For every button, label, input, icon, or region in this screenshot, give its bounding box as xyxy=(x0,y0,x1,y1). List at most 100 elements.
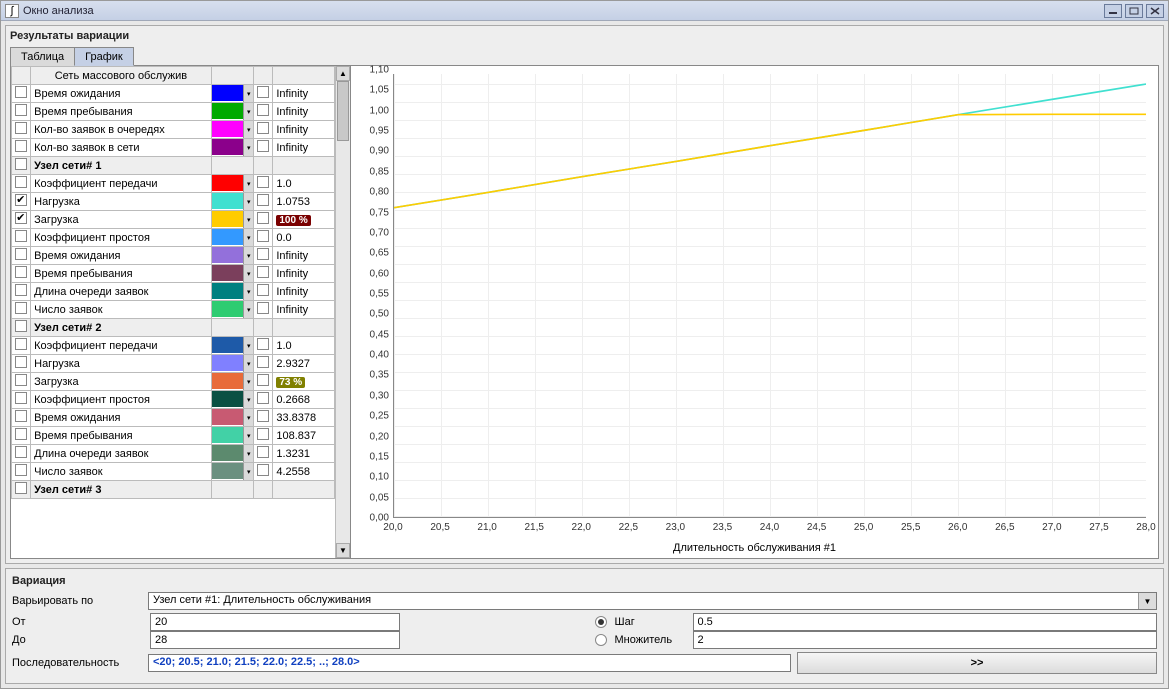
table-row[interactable]: Время пребывания▾Infinity xyxy=(12,265,335,283)
tab-table[interactable]: Таблица xyxy=(10,47,75,66)
color-dropdown-icon[interactable]: ▾ xyxy=(243,139,253,156)
maximize-button[interactable] xyxy=(1125,4,1143,18)
section-checkbox[interactable] xyxy=(15,320,27,332)
row-secondary-checkbox[interactable] xyxy=(257,446,269,458)
table-row[interactable]: Число заявок▾4.2558 xyxy=(12,463,335,481)
header-check2-col[interactable] xyxy=(254,67,273,85)
header-check-col[interactable] xyxy=(12,67,31,85)
row-secondary-checkbox[interactable] xyxy=(257,194,269,206)
vary-by-combo[interactable]: Узел сети #1: Длительность обслуживания … xyxy=(148,592,1157,610)
color-swatch[interactable] xyxy=(212,247,244,263)
color-dropdown-icon[interactable]: ▾ xyxy=(243,103,253,120)
table-row[interactable]: Коэффициент передачи▾1.0 xyxy=(12,337,335,355)
row-plot-checkbox[interactable] xyxy=(15,122,27,134)
mult-radio[interactable] xyxy=(595,634,607,646)
row-plot-checkbox[interactable] xyxy=(15,212,27,224)
row-secondary-checkbox[interactable] xyxy=(257,410,269,422)
color-dropdown-icon[interactable]: ▾ xyxy=(243,427,253,444)
color-swatch[interactable] xyxy=(212,391,244,407)
row-plot-checkbox[interactable] xyxy=(15,338,27,350)
row-plot-checkbox[interactable] xyxy=(15,428,27,440)
tab-chart[interactable]: График xyxy=(74,47,134,66)
color-dropdown-icon[interactable]: ▾ xyxy=(243,247,253,264)
row-plot-checkbox[interactable] xyxy=(15,266,27,278)
row-secondary-checkbox[interactable] xyxy=(257,302,269,314)
row-plot-checkbox[interactable] xyxy=(15,302,27,314)
color-swatch[interactable] xyxy=(212,229,244,245)
row-secondary-checkbox[interactable] xyxy=(257,176,269,188)
color-dropdown-icon[interactable]: ▾ xyxy=(243,121,253,138)
run-button[interactable]: >> xyxy=(797,652,1157,674)
color-dropdown-icon[interactable]: ▾ xyxy=(243,409,253,426)
color-swatch[interactable] xyxy=(212,427,244,443)
row-secondary-checkbox[interactable] xyxy=(257,248,269,260)
color-swatch[interactable] xyxy=(212,85,244,101)
table-row[interactable]: Коэффициент простоя▾0.0 xyxy=(12,229,335,247)
row-secondary-checkbox[interactable] xyxy=(257,284,269,296)
row-secondary-checkbox[interactable] xyxy=(257,104,269,116)
step-radio[interactable] xyxy=(595,616,607,628)
row-plot-checkbox[interactable] xyxy=(15,446,27,458)
row-plot-checkbox[interactable] xyxy=(15,194,27,206)
color-dropdown-icon[interactable]: ▾ xyxy=(243,283,253,300)
table-row[interactable]: Нагрузка▾2.9327 xyxy=(12,355,335,373)
row-secondary-checkbox[interactable] xyxy=(257,374,269,386)
color-swatch[interactable] xyxy=(212,463,244,479)
color-dropdown-icon[interactable]: ▾ xyxy=(243,211,253,228)
section-checkbox[interactable] xyxy=(15,158,27,170)
color-dropdown-icon[interactable]: ▾ xyxy=(243,445,253,462)
row-plot-checkbox[interactable] xyxy=(15,392,27,404)
table-row[interactable]: Время ожидания▾33.8378 xyxy=(12,409,335,427)
row-secondary-checkbox[interactable] xyxy=(257,266,269,278)
section-checkbox[interactable] xyxy=(15,482,27,494)
table-row[interactable]: Время пребывания▾Infinity xyxy=(12,103,335,121)
row-plot-checkbox[interactable] xyxy=(15,104,27,116)
row-secondary-checkbox[interactable] xyxy=(257,212,269,224)
table-row[interactable]: Загрузка▾100 % xyxy=(12,211,335,229)
row-secondary-checkbox[interactable] xyxy=(257,428,269,440)
step-input[interactable] xyxy=(693,613,1158,631)
minimize-button[interactable] xyxy=(1104,4,1122,18)
color-swatch[interactable] xyxy=(212,211,244,227)
color-dropdown-icon[interactable]: ▾ xyxy=(243,85,253,102)
color-swatch[interactable] xyxy=(212,283,244,299)
row-secondary-checkbox[interactable] xyxy=(257,86,269,98)
color-dropdown-icon[interactable]: ▾ xyxy=(243,301,253,318)
table-row[interactable]: Время ожидания▾Infinity xyxy=(12,85,335,103)
scroll-thumb[interactable] xyxy=(337,81,349,141)
color-swatch[interactable] xyxy=(212,373,244,389)
color-dropdown-icon[interactable]: ▾ xyxy=(243,193,253,210)
color-swatch[interactable] xyxy=(212,175,244,191)
row-plot-checkbox[interactable] xyxy=(15,410,27,422)
color-swatch[interactable] xyxy=(212,265,244,281)
scroll-down-button[interactable]: ▼ xyxy=(336,543,350,558)
row-plot-checkbox[interactable] xyxy=(15,374,27,386)
row-plot-checkbox[interactable] xyxy=(15,176,27,188)
row-secondary-checkbox[interactable] xyxy=(257,140,269,152)
row-secondary-checkbox[interactable] xyxy=(257,356,269,368)
table-row[interactable]: Число заявок▾Infinity xyxy=(12,301,335,319)
table-row[interactable]: Загрузка▾73 % xyxy=(12,373,335,391)
table-row[interactable]: Нагрузка▾1.0753 xyxy=(12,193,335,211)
row-plot-checkbox[interactable] xyxy=(15,140,27,152)
scroll-up-button[interactable]: ▲ xyxy=(336,66,350,81)
color-dropdown-icon[interactable]: ▾ xyxy=(243,391,253,408)
row-plot-checkbox[interactable] xyxy=(15,230,27,242)
color-swatch[interactable] xyxy=(212,121,244,137)
color-dropdown-icon[interactable]: ▾ xyxy=(243,265,253,282)
to-input[interactable] xyxy=(150,631,400,649)
header-value-col[interactable] xyxy=(273,67,335,85)
header-color-col[interactable] xyxy=(211,67,254,85)
color-swatch[interactable] xyxy=(212,445,244,461)
color-swatch[interactable] xyxy=(212,103,244,119)
table-row[interactable]: Длина очереди заявок▾1.3231 xyxy=(12,445,335,463)
row-secondary-checkbox[interactable] xyxy=(257,338,269,350)
from-input[interactable] xyxy=(150,613,400,631)
close-button[interactable] xyxy=(1146,4,1164,18)
table-row[interactable]: Время пребывания▾108.837 xyxy=(12,427,335,445)
table-scrollbar[interactable]: ▲ ▼ xyxy=(335,66,350,558)
color-dropdown-icon[interactable]: ▾ xyxy=(243,229,253,246)
color-swatch[interactable] xyxy=(212,337,244,353)
color-swatch[interactable] xyxy=(212,139,244,155)
table-row[interactable]: Кол-во заявок в сети▾Infinity xyxy=(12,139,335,157)
